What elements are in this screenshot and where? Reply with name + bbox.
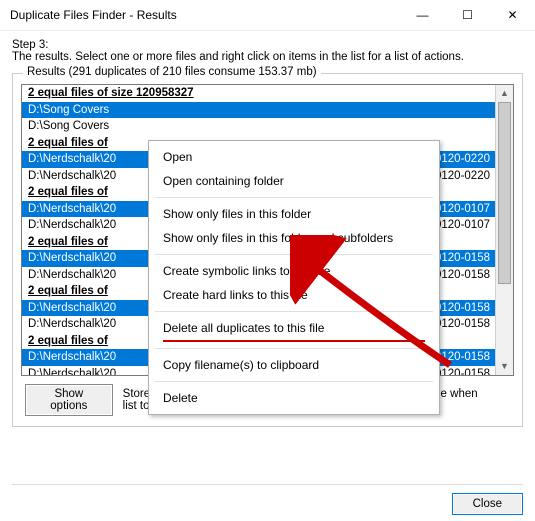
show-options-button[interactable]: Show options	[25, 384, 113, 416]
group-header: 2 equal files of size 120958327	[22, 85, 496, 102]
ctx-symlink[interactable]: Create symbolic links to this file	[149, 259, 439, 283]
title-bar: Duplicate Files Finder - Results — ☐ ✕	[0, 0, 535, 31]
window-controls: — ☐ ✕	[400, 0, 535, 30]
ctx-sep	[155, 348, 433, 349]
ctx-sep	[155, 254, 433, 255]
maximize-button[interactable]: ☐	[445, 0, 490, 30]
close-window-button[interactable]: ✕	[490, 0, 535, 30]
scroll-up-button[interactable]: ▲	[496, 85, 513, 102]
file-row[interactable]: D:\Song Covers	[22, 102, 496, 119]
scroll-down-button[interactable]: ▼	[496, 358, 513, 375]
ctx-delete[interactable]: Delete	[149, 386, 439, 410]
ctx-sep	[155, 197, 433, 198]
step-desc: The results. Select one or more files an…	[12, 51, 523, 63]
window-title: Duplicate Files Finder - Results	[10, 0, 177, 30]
ctx-delete-all[interactable]: Delete all duplicates to this file	[149, 316, 439, 340]
file-row[interactable]: D:\Song Covers	[22, 118, 496, 135]
ctx-sep	[155, 311, 433, 312]
ctx-open[interactable]: Open	[149, 145, 439, 169]
step-text: Step 3: The results. Select one or more …	[0, 31, 535, 69]
annotation-underline	[163, 340, 425, 342]
scroll-thumb[interactable]	[498, 102, 511, 284]
ctx-sep	[155, 381, 433, 382]
ctx-open-folder[interactable]: Open containing folder	[149, 169, 439, 193]
scrollbar[interactable]: ▲ ▼	[495, 85, 513, 375]
dialog-footer: Close	[12, 484, 523, 515]
results-legend: Results (291 duplicates of 210 files con…	[23, 66, 321, 78]
context-menu[interactable]: Open Open containing folder Show only fi…	[148, 140, 440, 415]
step-label: Step 3:	[12, 39, 523, 51]
ctx-copy[interactable]: Copy filename(s) to clipboard	[149, 353, 439, 377]
ctx-hardlink[interactable]: Create hard links to this file	[149, 283, 439, 307]
close-button[interactable]: Close	[452, 493, 523, 515]
file-path: D:\Song Covers	[28, 102, 490, 119]
minimize-button[interactable]: —	[400, 0, 445, 30]
file-path: D:\Song Covers	[28, 118, 490, 135]
ctx-show-only[interactable]: Show only files in this folder	[149, 202, 439, 226]
ctx-show-only-sub[interactable]: Show only files in this folder and subfo…	[149, 226, 439, 250]
